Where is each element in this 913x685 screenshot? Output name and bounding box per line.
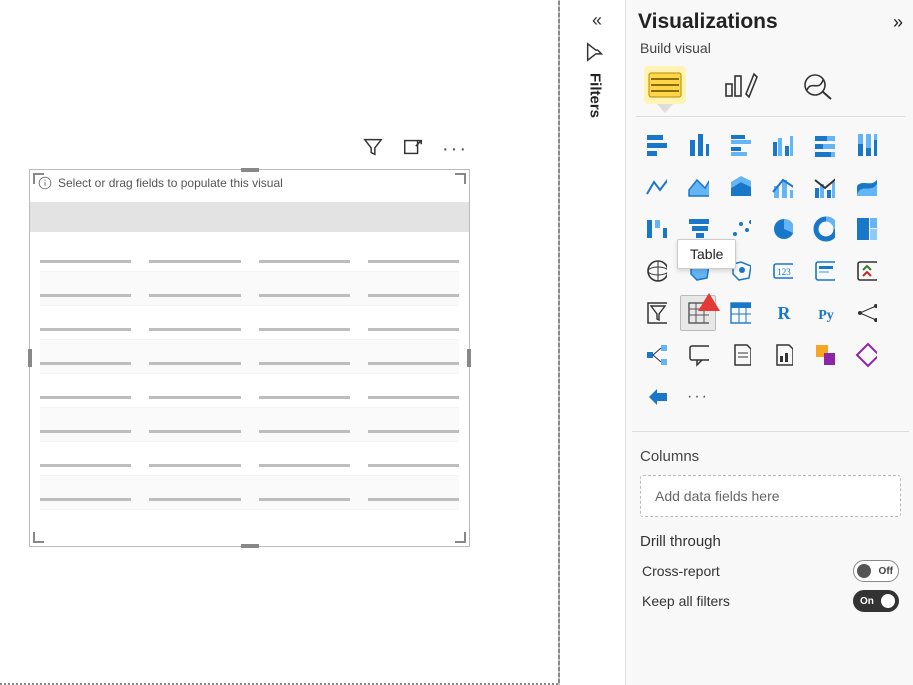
resize-handle-right[interactable] (467, 349, 471, 367)
table-header-placeholder (30, 202, 469, 232)
keep-all-filters-label: Keep all filters (642, 593, 730, 609)
filters-pane-collapsed[interactable]: « Filters (575, 10, 615, 160)
pane-subtitle: Build visual (640, 40, 905, 56)
tab-format-visual[interactable] (720, 66, 762, 104)
cross-report-toggle[interactable]: Off (853, 560, 899, 582)
viz-stacked-column[interactable] (680, 127, 716, 163)
viz-stacked-bar[interactable] (638, 127, 674, 163)
resize-handle-bottom-right[interactable] (454, 531, 466, 543)
pane-title: Visualizations (638, 10, 778, 34)
viz-waterfall[interactable] (638, 211, 674, 247)
viz-clustered-column[interactable] (764, 127, 800, 163)
viz-100-stacked-column[interactable] (848, 127, 884, 163)
filter-pane-icon (584, 41, 606, 63)
viz-area[interactable] (680, 169, 716, 205)
format-visual-icon (724, 70, 758, 100)
viz-card[interactable] (806, 253, 842, 289)
viz-decomposition-tree[interactable] (638, 337, 674, 373)
tab-analytics[interactable] (796, 66, 838, 104)
viz-line-stacked-column[interactable] (764, 169, 800, 205)
visual-action-bar: ··· (362, 136, 468, 163)
resize-handle-top-right[interactable] (454, 173, 466, 185)
viz-donut[interactable] (806, 211, 842, 247)
pane-splitter[interactable] (558, 0, 560, 685)
visual-type-picker: 123 R Py ··· Table (638, 127, 903, 415)
keep-all-filters-toggle[interactable]: On (853, 590, 899, 612)
viz-r-script[interactable]: R (764, 295, 800, 331)
viz-pie[interactable] (764, 211, 800, 247)
resize-handle-bottom-left[interactable] (33, 531, 45, 543)
resize-handle-top-left[interactable] (33, 173, 45, 185)
resize-handle-top[interactable] (241, 168, 259, 172)
tooltip-table: Table (677, 239, 736, 269)
build-visual-icon (648, 72, 682, 98)
viz-get-more[interactable] (638, 379, 674, 415)
viz-kpi[interactable] (848, 253, 884, 289)
viz-map[interactable] (638, 253, 674, 289)
more-options-icon[interactable]: ··· (442, 138, 468, 161)
viz-clustered-bar[interactable] (722, 127, 758, 163)
report-canvas[interactable]: ··· Select or drag fields to populate th… (0, 0, 558, 685)
resize-handle-bottom[interactable] (241, 544, 259, 548)
cross-report-label: Cross-report (642, 563, 720, 579)
viz-more-options[interactable]: ··· (680, 379, 716, 415)
viz-line[interactable] (638, 169, 674, 205)
drillthrough-heading: Drill through (640, 533, 901, 550)
viz-power-automate[interactable] (848, 337, 884, 373)
table-body-placeholder (30, 232, 469, 520)
annotation-arrow (696, 293, 722, 355)
filters-pane-label: Filters (587, 73, 604, 118)
resize-handle-left[interactable] (28, 349, 32, 367)
tab-build-visual[interactable] (644, 66, 686, 104)
viz-gauge[interactable]: 123 (764, 253, 800, 289)
columns-section-label: Columns (640, 448, 901, 465)
expand-filters-icon[interactable]: « (592, 10, 598, 31)
pane-mode-tabs (636, 62, 905, 106)
focus-mode-icon[interactable] (402, 136, 424, 163)
viz-key-influencers[interactable] (848, 295, 884, 331)
collapse-pane-icon[interactable]: » (893, 12, 901, 33)
viz-paginated-report[interactable] (764, 337, 800, 373)
viz-ribbon[interactable] (848, 169, 884, 205)
viz-stacked-area[interactable] (722, 169, 758, 205)
svg-text:Py: Py (818, 308, 834, 323)
svg-text:R: R (778, 303, 792, 323)
viz-smart-narrative[interactable] (722, 337, 758, 373)
columns-field-well[interactable]: Add data fields here (640, 475, 901, 517)
filter-icon[interactable] (362, 136, 384, 163)
visual-hint-text: Select or drag fields to populate this v… (58, 176, 283, 190)
viz-python[interactable]: Py (806, 295, 842, 331)
viz-treemap[interactable] (848, 211, 884, 247)
visual-hint: Select or drag fields to populate this v… (30, 170, 469, 196)
viz-slicer[interactable] (638, 295, 674, 331)
table-visual[interactable]: Select or drag fields to populate this v… (29, 169, 470, 547)
analytics-icon (800, 70, 834, 100)
visualizations-pane: Visualizations » Build visual (625, 0, 913, 685)
viz-100-stacked-bar[interactable] (806, 127, 842, 163)
svg-text:123: 123 (777, 267, 791, 277)
viz-power-apps[interactable] (806, 337, 842, 373)
viz-matrix[interactable] (722, 295, 758, 331)
viz-line-clustered-column[interactable] (806, 169, 842, 205)
